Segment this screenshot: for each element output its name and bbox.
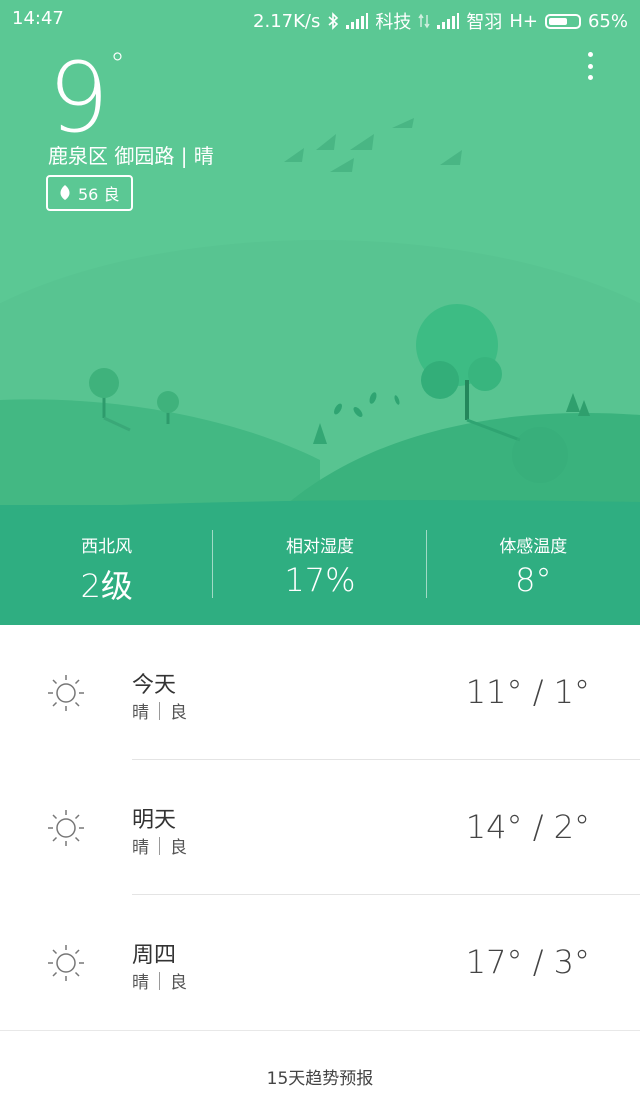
forecast-day: 今天 [132,673,177,698]
bluetooth-icon [328,12,339,30]
divider [159,701,160,720]
battery-percent: 65% [587,10,628,32]
current-temperature: 9 ° [48,50,125,147]
aqi-badge[interactable]: 56 良 [46,175,134,211]
forecast-row-thursday[interactable]: 周四 晴良 17° / 3° [0,895,640,1030]
status-bar: 14:47 2.17K/s 科技 智羽 H+ 65% [0,0,640,38]
stat-humidity: 相对湿度 17% [213,510,427,625]
weather-text: 晴 [132,703,149,723]
forecast-condition: 晴良 [132,833,187,858]
temperature-value: 9 [48,42,109,154]
weather-text: 晴 [132,838,149,858]
sun-icon [48,810,84,846]
forecast-day: 周四 [132,943,177,968]
divider [159,971,160,990]
forecast-list: 今天 晴良 11° / 1° 明天 晴良 14° / 2° 周四 晴良 17° … [0,625,640,1030]
quality-text: 良 [170,973,187,993]
more-vert-icon[interactable] [578,50,602,82]
stat-label: 相对湿度 [285,537,354,557]
stat-value: 8° [515,561,552,599]
status-time: 14:47 [12,8,64,29]
data-transfer-icon [418,13,430,29]
quality-text: 良 [170,703,187,723]
stats-band: 西北风 2级 相对湿度 17% 体感温度 8° [0,510,640,625]
divider [159,836,160,855]
trend-forecast-link[interactable]: 15天趋势预报 [0,1064,640,1089]
carrier-2: 智羽 [466,12,503,33]
quality-text: 良 [170,838,187,858]
forecast-condition: 晴良 [132,698,187,723]
signal-icon [346,13,369,29]
forecast-condition: 晴良 [132,968,187,993]
leaf-icon [60,185,70,200]
location-condition[interactable]: 鹿泉区 御园路 | 晴 [48,140,214,169]
temperature-range: 14° / 2° [465,808,590,846]
sun-icon [48,675,84,711]
forecast-row-tomorrow[interactable]: 明天 晴良 14° / 2° [0,760,640,895]
forecast-day: 明天 [132,808,177,833]
degree-symbol: ° [110,47,125,82]
weather-text: 晴 [132,973,149,993]
aqi-value: 56 良 [78,185,120,204]
stat-wind: 西北风 2级 [0,510,214,625]
battery-icon [544,13,581,29]
network-speed: 2.17K/s [253,10,321,32]
forecast-row-today[interactable]: 今天 晴良 11° / 1° [0,625,640,760]
signal-icon-2 [437,13,460,29]
footer-divider [0,1030,640,1031]
sun-icon [48,945,84,981]
stat-feels-like: 体感温度 8° [427,510,640,625]
stat-value: 2级 [80,567,133,605]
stat-label: 体感温度 [499,537,568,557]
network-type: H+ [509,10,538,32]
temperature-range: 17° / 3° [465,943,590,981]
stat-label: 西北风 [81,537,133,557]
carrier-1: 科技 [375,12,412,33]
stat-value: 17% [284,561,356,599]
temperature-range: 11° / 1° [465,673,590,711]
weather-hero: 14:47 2.17K/s 科技 智羽 H+ 65% 9 ° 鹿泉区 御园路 | … [0,0,640,625]
